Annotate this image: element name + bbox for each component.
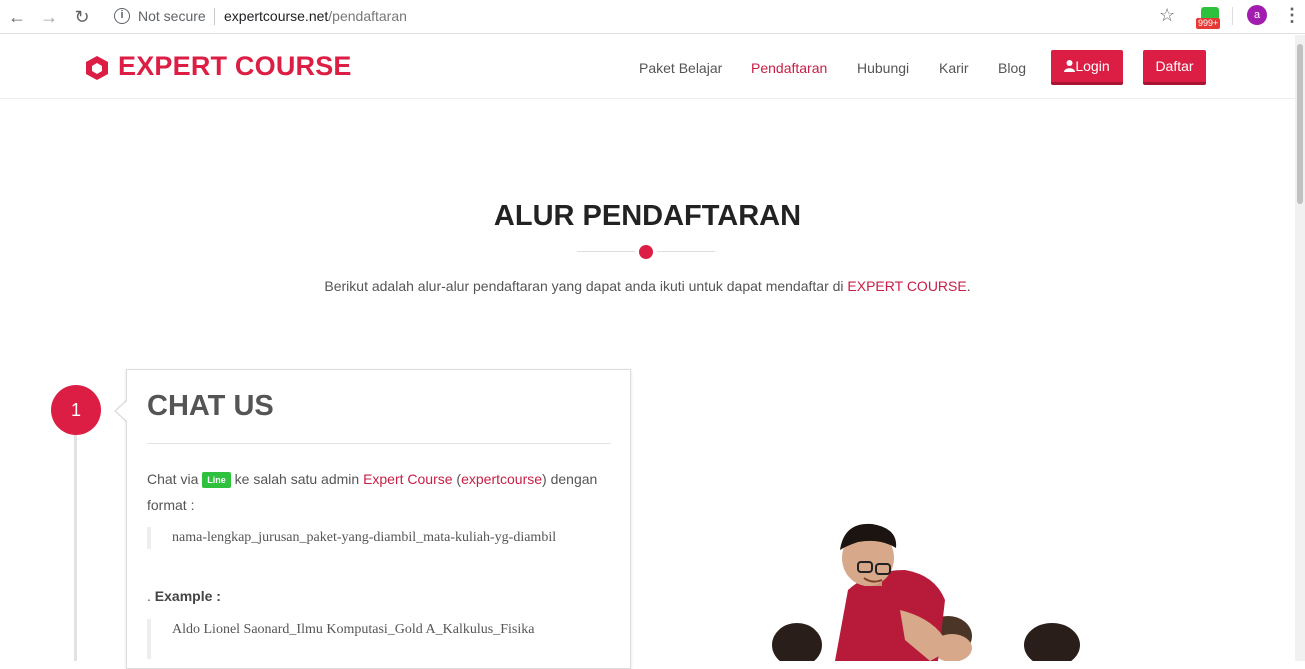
line-badge: Line xyxy=(202,472,231,488)
extension-badge: 999+ xyxy=(1196,18,1221,29)
nav-hubungi[interactable]: Hubungi xyxy=(857,60,909,76)
url-path: /pendaftaran xyxy=(328,8,407,24)
step-title: CHAT US xyxy=(147,390,274,422)
format-blockquote: nama-lengkap_jurusan_paket-yang-diambil_… xyxy=(147,527,612,549)
login-button[interactable]: Login xyxy=(1051,50,1123,85)
example-prefix: . xyxy=(147,588,155,604)
step-card-chat-us: CHAT US Chat via Line ke salah satu admi… xyxy=(126,369,631,669)
url-host: expertcourse.net xyxy=(224,8,329,24)
logo-text[interactable]: EXPERT COURSE xyxy=(118,51,352,82)
info-icon[interactable]: i xyxy=(114,8,130,24)
desc-paren-open: ( xyxy=(452,471,462,487)
back-arrow-icon[interactable]: ← xyxy=(6,6,28,28)
browser-toolbar: ← → ↻ i Not secure expertcourse.net/pend… xyxy=(0,0,1305,34)
card-divider xyxy=(147,443,611,444)
example-label: . Example : xyxy=(147,588,221,604)
intro-prefix: Berikut adalah alur-alur pendaftaran yan… xyxy=(324,278,848,294)
profile-avatar[interactable]: a xyxy=(1247,5,1267,25)
example-label-text: Example : xyxy=(154,588,221,604)
intro-text: Berikut adalah alur-alur pendaftaran yan… xyxy=(0,278,1295,294)
step-description: Chat via Line ke salah satu admin Expert… xyxy=(147,466,612,518)
students-photo xyxy=(772,523,1080,661)
page-title: ALUR PENDAFTARAN xyxy=(493,200,802,232)
desc-mid: ke salah satu admin xyxy=(230,471,364,487)
timeline-line xyxy=(74,430,77,661)
forward-arrow-icon[interactable]: → xyxy=(38,6,60,28)
title-divider-left xyxy=(577,251,635,252)
star-icon[interactable]: ☆ xyxy=(1159,5,1175,26)
daftar-button[interactable]: Daftar xyxy=(1143,50,1206,85)
title-divider-dot xyxy=(639,245,653,259)
nav-pendaftaran[interactable]: Pendaftaran xyxy=(751,60,827,76)
reload-icon[interactable]: ↻ xyxy=(71,6,93,28)
site-header: EXPERT COURSE Paket Belajar Pendaftaran … xyxy=(0,35,1295,99)
desc-prefix: Chat via xyxy=(147,471,203,487)
toolbar-divider xyxy=(1232,7,1233,25)
hexagon-logo-icon[interactable] xyxy=(86,56,108,80)
title-divider-right xyxy=(657,251,715,252)
address-bar[interactable]: expertcourse.net/pendaftaran xyxy=(224,8,407,24)
nav-paket-belajar[interactable]: Paket Belajar xyxy=(639,60,722,76)
intro-brand-link[interactable]: EXPERT COURSE xyxy=(847,278,966,294)
scrollbar-thumb[interactable] xyxy=(1297,44,1303,204)
nav-blog[interactable]: Blog xyxy=(998,60,1026,76)
line-id-link[interactable]: expertcourse xyxy=(461,471,542,487)
login-label: Login xyxy=(1075,58,1110,74)
user-icon xyxy=(1064,60,1076,72)
example-blockquote: Aldo Lionel Saonard_Ilmu Komputasi_Gold … xyxy=(147,619,612,659)
address-separator xyxy=(214,8,215,25)
security-label[interactable]: Not secure xyxy=(138,8,206,24)
kebab-menu-icon[interactable]: ⋮ xyxy=(1283,5,1301,26)
intro-suffix: . xyxy=(966,278,971,294)
nav-karir[interactable]: Karir xyxy=(939,60,969,76)
card-pointer-inner xyxy=(116,401,127,421)
admin-brand-link[interactable]: Expert Course xyxy=(363,471,452,487)
step-number-badge: 1 xyxy=(51,385,101,435)
